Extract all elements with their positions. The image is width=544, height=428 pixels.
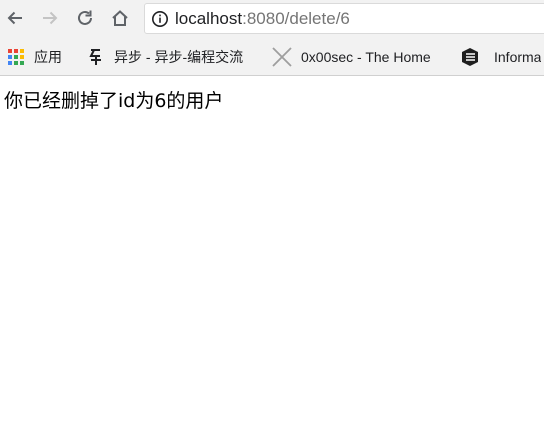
stacked-logo-icon [460, 47, 480, 67]
x-logo-icon [271, 46, 293, 68]
reload-icon [78, 10, 92, 25]
bookmark-0x00sec[interactable]: 0x00sec - The Home [271, 38, 439, 75]
home-button[interactable] [108, 6, 132, 30]
back-button[interactable] [3, 6, 27, 30]
apps-grid-icon [6, 47, 26, 67]
bookmark-label: 异步 - 异步-编程交流 [114, 49, 244, 65]
url-host: localhost [175, 8, 243, 28]
delete-confirmation-message: 你已经删掉了id为6的用户 [4, 90, 224, 112]
back-arrow-icon [7, 11, 22, 25]
yibu-logo-icon [86, 47, 106, 67]
forward-button[interactable] [38, 6, 62, 30]
reload-button[interactable] [73, 6, 97, 30]
address-bar[interactable]: localhost:8080/delete/6 [144, 3, 544, 34]
bookmark-label: 0x00sec - The Home [301, 49, 431, 65]
bookmark-informa[interactable]: Informa [460, 38, 542, 75]
home-icon [112, 10, 128, 26]
bookmark-apps[interactable]: 应用 [6, 38, 62, 75]
browser-toolbar: localhost:8080/delete/6 [0, 0, 544, 38]
info-icon[interactable] [151, 10, 169, 28]
bookmark-label: Informa [494, 49, 542, 65]
url-text: localhost:8080/delete/6 [175, 9, 350, 29]
bookmark-label: 应用 [34, 49, 62, 65]
forward-arrow-icon [43, 11, 58, 25]
bookmarks-bar: 应用 异步 - 异步-编程交流 0x00sec - The Home Infor… [0, 38, 544, 76]
url-path: :8080/delete/6 [242, 8, 350, 28]
bookmark-yibu[interactable]: 异步 - 异步-编程交流 [86, 38, 252, 75]
